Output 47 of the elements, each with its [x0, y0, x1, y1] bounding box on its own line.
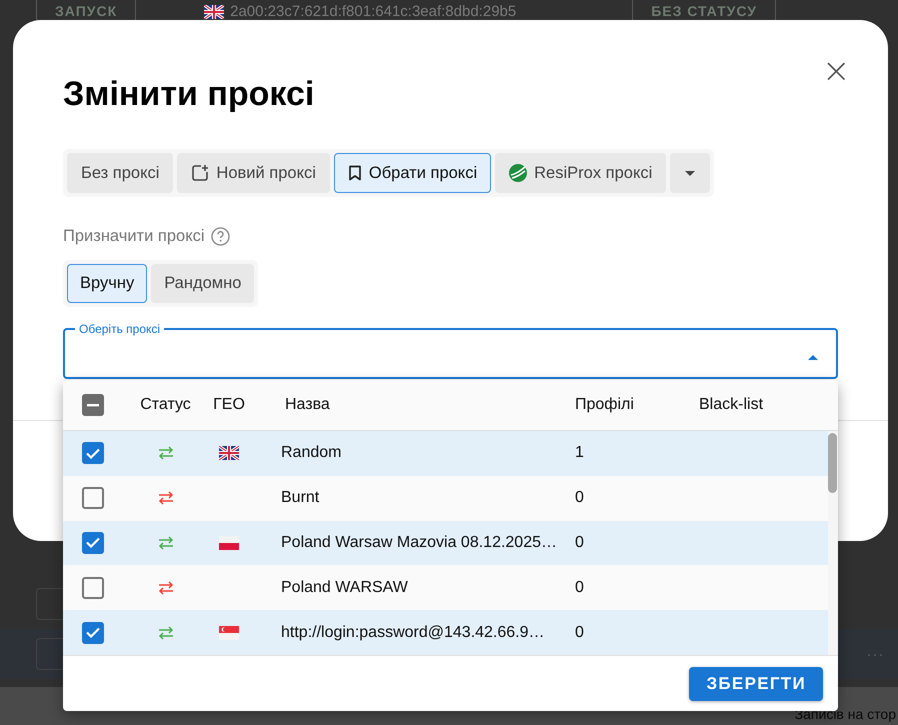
flag-icon — [219, 536, 239, 550]
row-checkbox[interactable] — [82, 487, 104, 510]
proxy-name: Burnt — [281, 489, 320, 506]
bookmark-icon — [348, 165, 362, 181]
close-button[interactable]: × — [822, 58, 848, 84]
profile-count: 0 — [575, 624, 584, 641]
proxy-select[interactable]: Оберіть проксі — [63, 322, 838, 379]
proxy-tab[interactable]: Новий проксі — [177, 153, 330, 193]
add-icon — [191, 164, 210, 182]
profile-count: 1 — [575, 444, 584, 462]
profile-count: 0 — [575, 534, 584, 551]
mode-toggle[interactable]: Рандомно — [151, 264, 254, 303]
profile-count: 0 — [575, 578, 584, 596]
checkmark-icon — [86, 448, 100, 459]
field-label: Призначити проксі — [63, 227, 205, 246]
proxy-name: Poland Warsaw Mazovia 08.12.2025… — [281, 534, 557, 551]
proxy-tab[interactable]: Обрати проксі — [334, 153, 492, 193]
flag-icon — [219, 626, 239, 640]
checkmark-icon — [86, 627, 100, 638]
help-icon[interactable] — [210, 227, 230, 246]
pager-label: Записів на стор — [794, 706, 896, 724]
logo-icon — [509, 164, 528, 182]
modal-title: Змінити проксі — [63, 74, 316, 115]
save-button[interactable]: ЗБЕРЕГТИ — [689, 666, 823, 700]
profile-count: 0 — [575, 489, 584, 506]
select-all-checkbox[interactable] — [82, 394, 104, 416]
row-checkbox[interactable] — [82, 532, 104, 554]
proxy-name: Poland WARSAW — [281, 578, 408, 596]
row-checkbox[interactable] — [82, 622, 104, 644]
caret-icon — [685, 170, 696, 176]
mode-toggle[interactable]: Вручну — [67, 264, 148, 303]
ip-address: 2a00:23c7:621d:f801:641c:3eaf:8dbd:29b5 — [230, 3, 516, 20]
checkmark-icon — [86, 537, 100, 548]
minus-icon — [87, 404, 99, 406]
row-checkbox[interactable] — [82, 442, 104, 464]
column-header: Статус — [140, 396, 191, 414]
proxy-name: http://login:password@143.42.66.9… — [281, 624, 545, 641]
row-checkbox[interactable] — [82, 576, 104, 599]
proxy-tab[interactable]: ResiProx проксі — [495, 153, 666, 193]
column-header: Профілі — [575, 396, 634, 413]
proxy-name: Random — [281, 444, 342, 462]
column-header: Black-list — [699, 396, 764, 413]
proxy-tab[interactable]: Без проксі — [67, 153, 174, 193]
scrollbar-thumb[interactable] — [828, 433, 837, 493]
flag-icon — [219, 446, 239, 460]
column-header: Назва — [285, 396, 330, 413]
column-header: ГЕО — [213, 396, 245, 414]
